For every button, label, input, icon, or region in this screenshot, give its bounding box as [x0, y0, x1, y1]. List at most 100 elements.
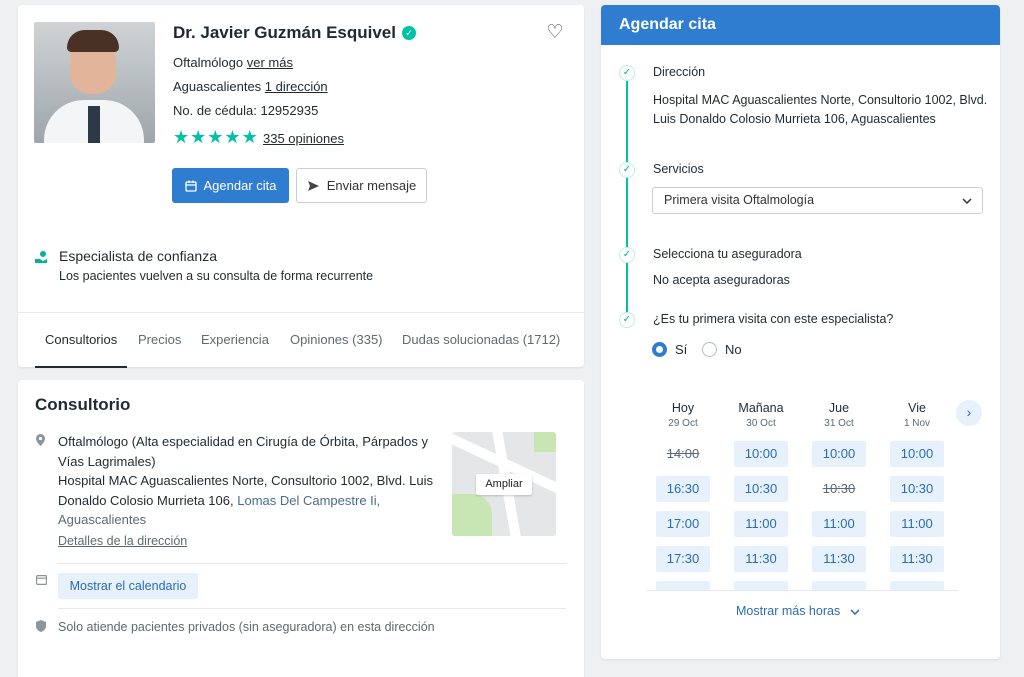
- star-icon: ★: [207, 127, 224, 147]
- radio-yes[interactable]: [652, 342, 667, 357]
- tab-dudas[interactable]: Dudas solucionadas (1712): [402, 313, 560, 363]
- day-column-header: Vie 1 Nov: [887, 401, 947, 429]
- show-calendar-button[interactable]: Mostrar el calendario: [58, 573, 198, 599]
- show-more-label: Mostrar más horas: [736, 604, 841, 618]
- service-select[interactable]: Primera visita Oftalmología: [652, 187, 983, 214]
- insurer-label: Selecciona tu aseguradora: [653, 247, 802, 261]
- time-slot[interactable]: 11:00: [734, 511, 788, 537]
- book-button-label: Agendar cita: [203, 178, 277, 193]
- booking-title: Agendar cita: [601, 5, 1000, 45]
- time-slot[interactable]: 10:30: [734, 476, 788, 502]
- map-pin-icon: [36, 434, 45, 449]
- license-line: No. de cédula: 12952935: [173, 103, 318, 118]
- time-slot[interactable]: 10:00: [734, 441, 788, 467]
- chevron-down-icon: [850, 609, 860, 616]
- time-slot[interactable]: [656, 581, 710, 590]
- check-icon: ✓: [619, 162, 635, 178]
- see-more-link[interactable]: ver más: [247, 55, 293, 70]
- booking-card: Agendar cita ✓ Dirección Hospital MAC Ag…: [601, 5, 1000, 659]
- steps-line: [626, 73, 628, 321]
- time-slot[interactable]: [734, 581, 788, 590]
- insurance-note: Solo atiende pacientes privados (sin ase…: [58, 620, 435, 634]
- day-name: Hoy: [671, 401, 695, 415]
- service-select-value: Primera visita Oftalmología: [664, 193, 815, 207]
- city-text: Aguascalientes: [173, 79, 262, 94]
- license-number: 12952935: [260, 103, 319, 118]
- time-slot[interactable]: 11:30: [734, 546, 788, 572]
- trust-subtitle: Los pacientes vuelven a su consulta de f…: [59, 269, 374, 283]
- day-date: 29 Oct: [668, 418, 698, 429]
- specialty-line: Oftalmólogo ver más: [173, 55, 293, 70]
- address-details-link[interactable]: Detalles de la dirección: [58, 534, 187, 548]
- time-slots-grid: 14:00 16:30 17:00 17:30 10:00 10:30 11:00 11:30…: [646, 441, 958, 591]
- book-appointment-button[interactable]: Agendar cita: [172, 168, 289, 203]
- services-label: Servicios: [653, 162, 704, 176]
- day-name: Vie: [908, 401, 926, 415]
- office-neighborhood: Lomas Del Campestre Ii,: [237, 492, 381, 508]
- time-slot: 10:30: [822, 481, 856, 496]
- doctor-name-row: Dr. Javier Guzmán Esquivel ✓: [173, 23, 416, 43]
- city-line: Aguascalientes 1 dirección: [173, 79, 328, 94]
- time-slot[interactable]: [890, 581, 944, 590]
- trust-title: Especialista de confianza: [59, 248, 217, 264]
- tab-consultorios[interactable]: Consultorios: [34, 313, 128, 368]
- office-map[interactable]: Ampliar: [452, 432, 556, 536]
- verified-icon: ✓: [401, 26, 416, 40]
- shield-icon: [36, 620, 46, 635]
- day-date: 1 Nov: [903, 418, 931, 429]
- heart-icon[interactable]: ♡: [544, 23, 566, 45]
- time-slot[interactable]: 10:00: [890, 441, 944, 467]
- time-slot[interactable]: [812, 581, 866, 590]
- first-visit-label: ¿Es tu primera visita con este especiali…: [653, 312, 894, 326]
- calendar-icon: [184, 180, 197, 192]
- address-value: Hospital MAC Aguascalientes Norte, Consu…: [653, 93, 988, 126]
- reviews-link[interactable]: 335 opiniones: [263, 131, 344, 146]
- radio-no-label: No: [725, 342, 742, 357]
- check-icon: ✓: [619, 65, 635, 81]
- first-visit-yes[interactable]: Sí: [652, 342, 687, 357]
- time-slot[interactable]: 11:30: [890, 546, 944, 572]
- day-column-header: Jue 31 Oct: [809, 401, 869, 429]
- office-address: Oftalmólogo (Alta especialidad en Cirugí…: [58, 432, 436, 530]
- send-message-button[interactable]: Enviar mensaje: [296, 168, 427, 203]
- time-slot[interactable]: 11:00: [890, 511, 944, 537]
- doctor-profile-card: Dr. Javier Guzmán Esquivel ✓ ♡ Oftalmólo…: [18, 5, 584, 368]
- office-city: Aguascalientes: [58, 512, 147, 527]
- message-button-label: Enviar mensaje: [326, 178, 417, 193]
- day-column-header: Mañana 30 Oct: [731, 401, 791, 429]
- doctor-photo: [34, 22, 155, 143]
- divider: [58, 608, 566, 609]
- chevron-down-icon: [962, 188, 972, 214]
- time-slot[interactable]: 11:00: [812, 511, 866, 537]
- chevron-right-icon[interactable]: ›: [956, 400, 982, 426]
- trust-hand-icon: [34, 250, 48, 264]
- star-icon: ★: [224, 127, 241, 147]
- time-slot[interactable]: 10:30: [890, 476, 944, 502]
- show-more-hours-button[interactable]: Mostrar más horas: [736, 604, 860, 618]
- office-card: Consultorio Oftalmólogo (Alta especialid…: [18, 380, 584, 677]
- profile-tabs: Consultorios Precios Experiencia Opinion…: [18, 312, 584, 368]
- day-column-header: Hoy 29 Oct: [653, 401, 713, 429]
- first-visit-no[interactable]: No: [702, 342, 742, 357]
- day-date: 30 Oct: [746, 418, 776, 429]
- check-icon: ✓: [619, 247, 635, 263]
- time-slot[interactable]: 11:30: [812, 546, 866, 572]
- addresses-link[interactable]: 1 dirección: [265, 79, 328, 94]
- expand-map-button[interactable]: Ampliar: [476, 474, 532, 495]
- day-name: Jue: [828, 401, 850, 415]
- send-icon: [307, 180, 319, 191]
- specialty-text: Oftalmólogo: [173, 55, 244, 70]
- check-icon: ✓: [619, 312, 635, 328]
- time-slot: 14:00: [666, 446, 700, 461]
- radio-yes-label: Sí: [675, 342, 688, 357]
- license-label: No. de cédula:: [173, 103, 257, 118]
- time-slot[interactable]: 16:30: [656, 476, 710, 502]
- radio-no[interactable]: [702, 342, 717, 357]
- tab-precios[interactable]: Precios: [138, 313, 181, 363]
- tab-experiencia[interactable]: Experiencia: [201, 313, 269, 363]
- time-slot[interactable]: 17:30: [656, 546, 710, 572]
- time-slot[interactable]: 17:00: [656, 511, 710, 537]
- time-slot[interactable]: 10:00: [812, 441, 866, 467]
- tab-opiniones[interactable]: Opiniones (335): [290, 313, 383, 363]
- calendar-icon: [36, 574, 48, 588]
